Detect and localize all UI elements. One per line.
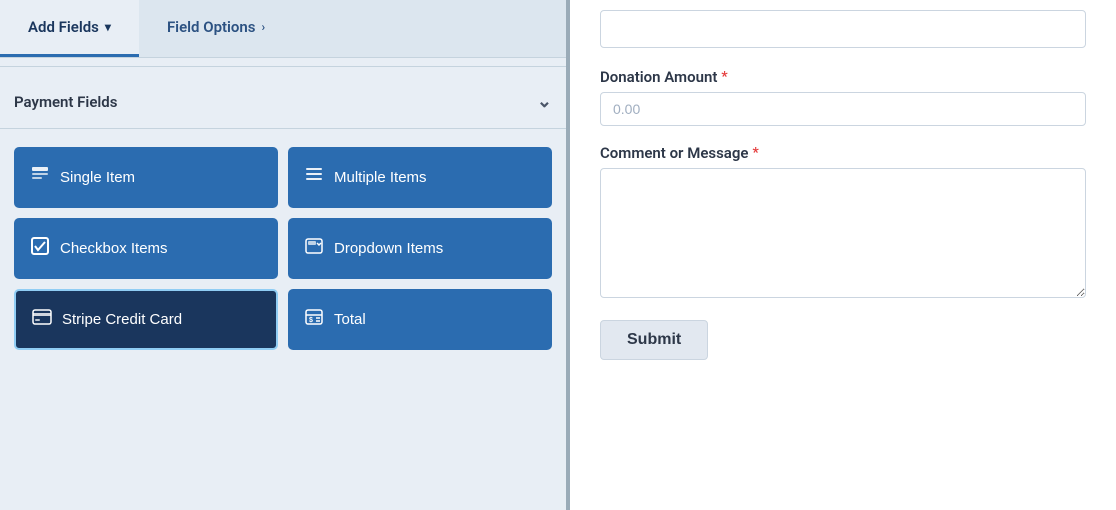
multiple-items-label: Multiple Items (334, 169, 427, 186)
field-options-chevron: › (262, 20, 266, 34)
comment-group: Comment or Message * (600, 144, 1086, 302)
stripe-credit-card-button[interactable]: Stripe Credit Card (14, 289, 278, 350)
left-panel: Add Fields ▾ Field Options › Payment Fie… (0, 0, 570, 510)
checkbox-items-icon (30, 236, 50, 261)
comment-textarea[interactable] (600, 168, 1086, 298)
payment-fields-chevron: ⌄ (537, 91, 552, 112)
dropdown-items-label: Dropdown Items (334, 240, 443, 257)
tab-bar: Add Fields ▾ Field Options › (0, 0, 566, 58)
tab-add-fields[interactable]: Add Fields ▾ (0, 0, 139, 57)
total-label: Total (334, 311, 366, 328)
stripe-credit-card-label: Stripe Credit Card (62, 311, 182, 328)
payment-fields-header[interactable]: Payment Fields ⌄ (0, 75, 566, 120)
multiple-items-icon (304, 165, 324, 190)
total-icon: $ (304, 307, 324, 332)
right-panel: Donation Amount * Comment or Message * S… (570, 0, 1116, 510)
field-options-label: Field Options (167, 18, 256, 36)
divider-below-header (0, 128, 566, 129)
donation-required-star: * (721, 69, 727, 85)
divider-top (0, 66, 566, 67)
svg-text:$: $ (309, 317, 313, 324)
stripe-credit-card-icon (32, 309, 52, 330)
fields-grid: Single Item Multiple Items (0, 137, 566, 364)
single-item-icon (30, 165, 50, 190)
checkbox-items-label: Checkbox Items (60, 240, 168, 257)
total-button[interactable]: $ Total (288, 289, 552, 350)
dropdown-items-button[interactable]: Dropdown Items (288, 218, 552, 279)
add-fields-label: Add Fields (28, 18, 99, 36)
add-fields-chevron: ▾ (105, 20, 111, 34)
comment-label: Comment or Message * (600, 144, 1086, 162)
top-text-input[interactable] (600, 10, 1086, 48)
single-item-button[interactable]: Single Item (14, 147, 278, 208)
top-input-area (570, 0, 1116, 58)
submit-button[interactable]: Submit (600, 320, 708, 360)
comment-required-star: * (752, 145, 758, 161)
form-area: Donation Amount * Comment or Message * S… (570, 58, 1116, 380)
donation-amount-group: Donation Amount * (600, 68, 1086, 126)
multiple-items-button[interactable]: Multiple Items (288, 147, 552, 208)
donation-amount-label: Donation Amount * (600, 68, 1086, 86)
tab-field-options[interactable]: Field Options › (139, 0, 293, 57)
checkbox-items-button[interactable]: Checkbox Items (14, 218, 278, 279)
payment-fields-title: Payment Fields (14, 93, 117, 111)
donation-amount-input[interactable] (600, 92, 1086, 126)
single-item-label: Single Item (60, 169, 135, 186)
dropdown-items-icon (304, 236, 324, 261)
